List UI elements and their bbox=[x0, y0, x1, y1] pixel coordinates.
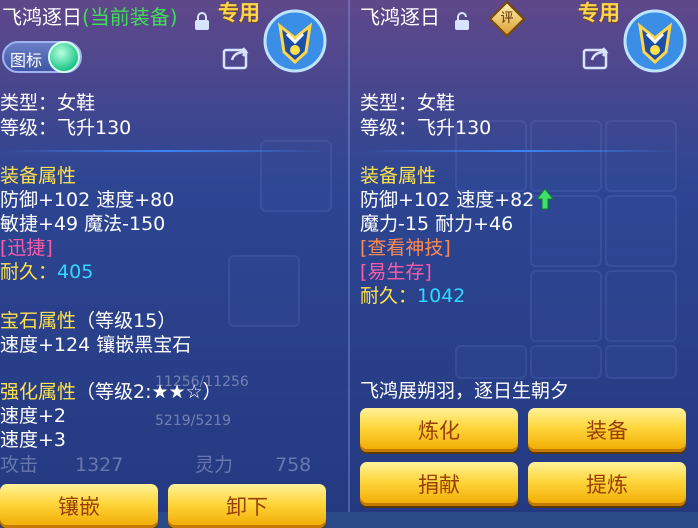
item-title: 飞鸿逐日(当前装备) bbox=[2, 5, 178, 29]
durability: 耐久：1042 bbox=[360, 285, 466, 307]
enhance-attr-line-1: 速度+2 bbox=[0, 405, 67, 427]
equip-button[interactable]: 装备 bbox=[528, 408, 686, 452]
refine-button[interactable]: 炼化 bbox=[360, 408, 518, 452]
item-level: 等级：飞升130 bbox=[0, 117, 132, 139]
bg-attack-value: 1327 bbox=[75, 454, 124, 476]
exclusive-tag: 专用 bbox=[578, 1, 620, 25]
rating-badge-label: 评 bbox=[500, 11, 514, 26]
bg-mp: 5219/5219 bbox=[155, 413, 231, 429]
compare-item-panel: 飞鸿逐日 评 专用 类型：女鞋 等级：飞升130 装备属性 防御+102 速度+… bbox=[350, 0, 698, 512]
bg-hp: 11256/11256 bbox=[155, 374, 249, 390]
share-icon[interactable] bbox=[222, 44, 252, 70]
gem-attr-line: 速度+124 镶嵌黑宝石 bbox=[0, 334, 192, 356]
view-skill-link[interactable]: [查看神技] bbox=[360, 237, 451, 259]
flavor-text: 飞鸿展朔羽，逐日生朝夕 bbox=[360, 380, 570, 402]
icon-toggle[interactable]: 图标 bbox=[2, 41, 82, 73]
unequip-button[interactable]: 卸下 bbox=[168, 484, 326, 528]
special-effect: [易生存] bbox=[360, 261, 432, 283]
equip-attr-line-1: 防御+102 速度+82 bbox=[360, 189, 535, 211]
durability: 耐久：405 bbox=[0, 261, 94, 283]
bg-attack-label: 攻击 bbox=[0, 454, 39, 476]
enhance-attr-line-2: 速度+3 bbox=[0, 429, 67, 451]
inlay-button[interactable]: 镶嵌 bbox=[0, 484, 158, 528]
bg-spirit-label: 灵力 bbox=[195, 454, 234, 476]
item-emblem-icon bbox=[263, 9, 327, 73]
special-effect: [迅捷] bbox=[0, 237, 53, 259]
lock-icon[interactable] bbox=[194, 11, 210, 31]
up-arrow-icon bbox=[536, 188, 554, 210]
equip-attr-header: 装备属性 bbox=[360, 165, 437, 187]
equip-attr-line-2: 魔力-15 耐力+46 bbox=[360, 213, 514, 235]
toggle-label: 图标 bbox=[10, 51, 43, 70]
rating-badge[interactable]: 评 bbox=[488, 0, 526, 38]
exclusive-tag: 专用 bbox=[218, 1, 260, 25]
unlock-icon[interactable] bbox=[454, 11, 472, 31]
equip-attr-line-2: 敏捷+49 魔法-150 bbox=[0, 213, 166, 235]
item-type: 类型：女鞋 bbox=[0, 92, 96, 114]
item-emblem-icon bbox=[623, 9, 687, 73]
gem-attr-header: 宝石属性（等级15） bbox=[0, 310, 177, 332]
equip-attr-header: 装备属性 bbox=[0, 165, 77, 187]
extract-button[interactable]: 提炼 bbox=[528, 462, 686, 506]
toggle-knob bbox=[48, 41, 80, 73]
equipped-item-panel: 飞鸿逐日(当前装备) 专用 图标 类型：女鞋 等级：飞升130 装备属性 防御+… bbox=[0, 0, 350, 528]
equip-attr-line-1: 防御+102 速度+80 bbox=[0, 189, 175, 211]
bg-spirit-value: 758 bbox=[275, 454, 312, 476]
share-icon[interactable] bbox=[582, 44, 612, 70]
item-title: 飞鸿逐日 bbox=[360, 5, 440, 29]
item-level: 等级：飞升130 bbox=[360, 117, 492, 139]
donate-button[interactable]: 捐献 bbox=[360, 462, 518, 506]
item-type: 类型：女鞋 bbox=[360, 92, 456, 114]
